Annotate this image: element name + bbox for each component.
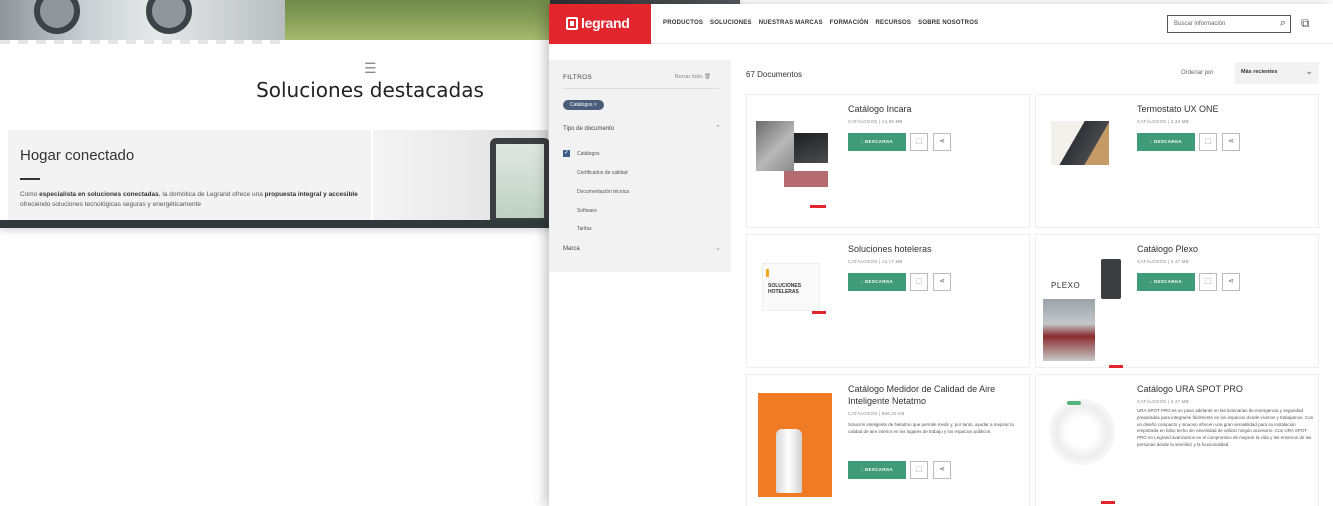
- document-meta: CATÁLOGOS | 2,47 MB: [1137, 259, 1189, 264]
- save-icon[interactable]: ⬚: [910, 273, 928, 291]
- document-title[interactable]: Soluciones hoteleras: [848, 243, 1026, 255]
- main-menu: PRODUCTOS SOLUCIONES NUESTRAS MARCAS FOR…: [663, 20, 978, 26]
- save-icon[interactable]: ⬚: [1199, 273, 1217, 291]
- legrand-logo[interactable]: legrand: [549, 4, 651, 44]
- filters-sidebar: FILTROS Borrar todo 🗑 Catálogos × Tipo d…: [549, 60, 731, 272]
- chevron-up-icon[interactable]: ⌃: [715, 124, 721, 132]
- nav-item-sobre-nosotros[interactable]: SOBRE NOSOTROS: [918, 20, 978, 26]
- document-card[interactable]: Catálogo URA SPOT PRO CATÁLOGOS | 2,47 M…: [1035, 374, 1319, 506]
- share-icon[interactable]: ⋖: [1222, 133, 1240, 151]
- list-icon: ☰: [364, 60, 377, 76]
- save-icon[interactable]: ⬚: [910, 133, 928, 151]
- car-wheel-graphic: [146, 0, 192, 34]
- chevron-down-icon: ⌄: [1305, 66, 1313, 76]
- share-icon[interactable]: ⋖: [1222, 273, 1240, 291]
- document-title[interactable]: Catálogo Medidor de Calidad de Aire Inte…: [848, 383, 1026, 407]
- documents-window: legrand PRODUCTOS SOLUCIONES NUESTRAS MA…: [549, 4, 1333, 506]
- document-thumbnail: [754, 389, 832, 497]
- document-title[interactable]: Catálogo Incara: [848, 103, 1026, 115]
- document-basket-icon[interactable]: ⧉: [1301, 16, 1310, 31]
- results-count: 67 Documentos: [746, 70, 803, 79]
- divider: [20, 178, 40, 180]
- nav-item-productos[interactable]: PRODUCTOS: [663, 20, 703, 26]
- search-placeholder: Buscar información: [1174, 21, 1226, 27]
- document-meta: CATÁLOGOS | 2,47 MB: [1137, 399, 1189, 404]
- card-text: Como especialista en soluciones conectad…: [20, 191, 358, 208]
- save-icon[interactable]: ⬚: [1199, 133, 1217, 151]
- download-button[interactable]: ↓ DESCARGA: [848, 461, 906, 479]
- document-thumbnail: SOLUCIONES HOTELERAS: [754, 249, 832, 355]
- screenshot-composite: ☰ Soluciones destacadas Hogar conectado …: [0, 0, 1333, 506]
- featured-solution-card[interactable]: Hogar conectado Como especialista en sol…: [8, 130, 371, 220]
- download-button[interactable]: ↓ DESCARGA: [1137, 273, 1195, 291]
- document-description: Solución inteligente de Netatmo que perm…: [848, 422, 1014, 434]
- document-thumbnail: [754, 109, 832, 215]
- document-meta: CATÁLOGOS | 13,17 MB: [848, 259, 903, 264]
- document-card[interactable]: Catálogo Medidor de Calidad de Aire Inte…: [746, 374, 1030, 506]
- share-icon[interactable]: ⋖: [933, 273, 951, 291]
- document-thumbnail: [1043, 109, 1121, 215]
- filter-option-documentacion[interactable]: Documentación técnica: [577, 189, 629, 195]
- document-card[interactable]: Termostato UX ONE CATÁLOGOS | 3,34 MB ↓ …: [1035, 94, 1319, 228]
- document-thumbnail: [1043, 389, 1121, 504]
- nav-item-recursos[interactable]: RECURSOS: [876, 20, 912, 26]
- car-wheel-graphic: [34, 0, 80, 34]
- document-title[interactable]: Catálogo Plexo: [1137, 243, 1315, 255]
- download-button[interactable]: ↓ DESCARGA: [848, 133, 906, 151]
- filter-option-software[interactable]: Software: [577, 208, 597, 214]
- filter-option-tarifas[interactable]: Tarifas: [577, 226, 592, 232]
- search-input[interactable]: Buscar información ⌕: [1167, 15, 1291, 33]
- search-icon[interactable]: ⌕: [1280, 17, 1286, 30]
- sort-select[interactable]: Más recientes ⌄: [1235, 62, 1319, 84]
- hero-car-image: [0, 0, 285, 40]
- document-meta: CATÁLOGOS | 3,34 MB: [1137, 119, 1189, 124]
- document-card[interactable]: PLEXO Catálogo Plexo CATÁLOGOS | 2,47 MB…: [1035, 234, 1319, 368]
- download-button[interactable]: ↓ DESCARGA: [1137, 133, 1195, 151]
- nav-item-nuestras-marcas[interactable]: NUESTRAS MARCAS: [759, 20, 823, 26]
- filter-option-catalogos[interactable]: Catálogos: [577, 151, 600, 157]
- chevron-down-icon[interactable]: ⌄: [715, 244, 721, 252]
- top-navigation-bar: legrand PRODUCTOS SOLUCIONES NUESTRAS MA…: [549, 4, 1333, 44]
- active-filter-chip[interactable]: Catálogos ×: [563, 100, 604, 110]
- document-description: URA SPOT PRO es un paso adelante en las …: [1137, 408, 1314, 447]
- filters-title: FILTROS: [563, 74, 593, 81]
- document-title[interactable]: Catálogo URA SPOT PRO: [1137, 383, 1315, 395]
- filter-group-document-type[interactable]: Tipo de documento: [563, 126, 614, 132]
- document-meta: CATÁLOGOS | 14,68 MB: [848, 119, 903, 124]
- card-title: Hogar conectado: [20, 147, 135, 164]
- save-icon[interactable]: ⬚: [910, 461, 928, 479]
- document-title[interactable]: Termostato UX ONE: [1137, 103, 1315, 115]
- nav-item-soluciones[interactable]: SOLUCIONES: [710, 20, 752, 26]
- share-icon[interactable]: ⋖: [933, 133, 951, 151]
- filter-group-brand[interactable]: Marca: [563, 246, 580, 252]
- hero-garden-image: [285, 0, 550, 40]
- carousel-dots: [0, 40, 285, 44]
- document-meta: CATÁLOGOS | 969,33 KB: [848, 411, 905, 416]
- clear-filters-link[interactable]: Borrar todo 🗑: [675, 74, 711, 80]
- filter-option-certificados[interactable]: Certificados de calidad: [577, 170, 628, 176]
- tablet-graphic: [490, 138, 550, 224]
- download-button[interactable]: ↓ DESCARGA: [848, 273, 906, 291]
- divider: [563, 88, 719, 89]
- featured-solution-image: [373, 130, 550, 224]
- share-icon[interactable]: ⋖: [933, 461, 951, 479]
- logo-mark-icon: [566, 17, 578, 30]
- document-thumbnail: PLEXO: [1043, 249, 1123, 368]
- checkbox-catalogos[interactable]: ✓: [563, 150, 570, 157]
- document-card[interactable]: Catálogo Incara CATÁLOGOS | 14,68 MB ↓ D…: [746, 94, 1030, 228]
- nav-item-formacion[interactable]: FORMACIÓN: [830, 20, 869, 26]
- document-card[interactable]: SOLUCIONES HOTELERAS Soluciones hotelera…: [746, 234, 1030, 368]
- trash-icon: 🗑: [704, 74, 712, 80]
- sort-label: Ordenar por: [1181, 70, 1214, 76]
